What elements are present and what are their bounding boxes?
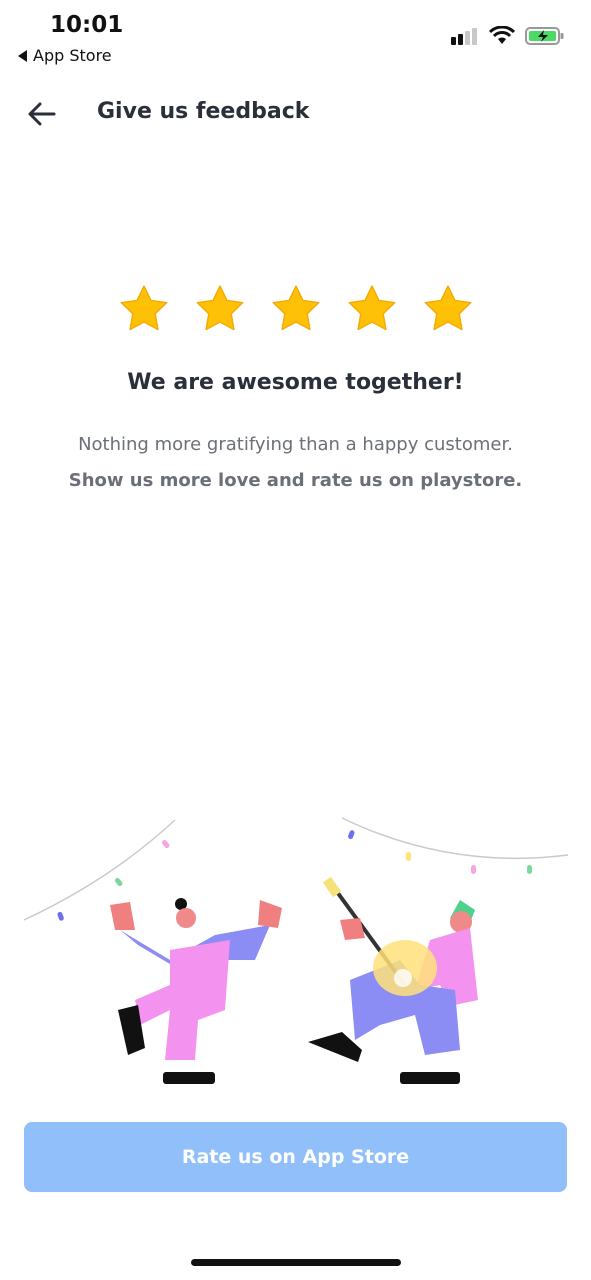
feedback-headline: We are awesome together! [127, 370, 464, 395]
back-triangle-icon [18, 49, 27, 62]
star-icon[interactable] [193, 282, 247, 336]
page-title: Give us feedback [97, 99, 310, 124]
star-icon[interactable] [117, 282, 171, 336]
app-header: Give us feedback [0, 88, 591, 140]
battery-charging-icon [525, 27, 564, 45]
star-icon[interactable] [421, 282, 475, 336]
guitarist-figure [308, 876, 478, 1084]
status-time: 10:01 [50, 12, 124, 38]
signal-icon [451, 28, 477, 45]
back-app-label: App Store [33, 46, 112, 65]
star-icon[interactable] [345, 282, 399, 336]
dancer-figure [110, 898, 282, 1084]
arrow-left-icon[interactable] [24, 98, 60, 130]
status-bar: 10:01 App Store [0, 0, 591, 80]
feedback-subtext-1: Nothing more gratifying than a happy cus… [78, 434, 513, 455]
feedback-subtext-2: Show us more love and rate us on playsto… [68, 470, 523, 491]
star-rating [0, 282, 591, 336]
rate-app-store-button[interactable]: Rate us on App Store [24, 1122, 567, 1192]
home-indicator[interactable] [191, 1259, 401, 1266]
wifi-icon [489, 26, 515, 44]
system-icons [451, 26, 565, 46]
back-to-app-store-link[interactable]: App Store [18, 46, 112, 65]
celebration-illustration [23, 817, 569, 1084]
star-icon[interactable] [269, 282, 323, 336]
